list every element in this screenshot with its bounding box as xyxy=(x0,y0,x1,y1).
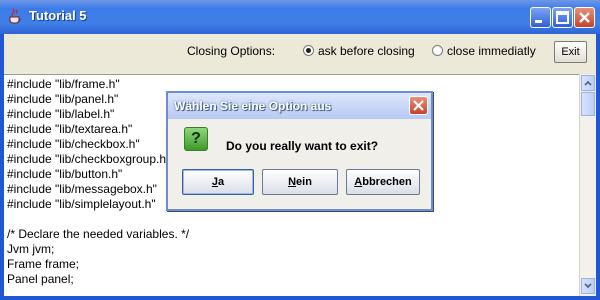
minimize-button[interactable] xyxy=(530,7,551,28)
dialog-title: Wählen Sie eine Option aus xyxy=(174,99,332,113)
yes-button[interactable]: Ja xyxy=(182,169,254,195)
close-icon xyxy=(579,12,590,23)
confirm-exit-dialog[interactable]: Wählen Sie eine Option aus ? Do you real… xyxy=(166,91,433,211)
radio-selected-dot xyxy=(306,48,311,53)
dialog-close-button[interactable] xyxy=(409,96,428,115)
question-icon: ? xyxy=(184,127,208,151)
code-line: Jvm jvm; xyxy=(7,242,55,256)
code-line: #include "lib/checkboxgroup.h" xyxy=(7,152,171,166)
window-border-bottom xyxy=(0,296,600,300)
scroll-up-button[interactable] xyxy=(581,75,595,91)
code-line: #include "lib/button.h" xyxy=(7,167,123,181)
minimize-icon xyxy=(535,20,542,23)
exit-button[interactable]: Exit xyxy=(554,41,587,63)
scroll-down-button[interactable] xyxy=(581,278,595,294)
dialog-message: Do you really want to exit? xyxy=(226,139,379,153)
code-line: #include "lib/frame.h" xyxy=(7,77,120,91)
code-line: Panel panel; xyxy=(7,272,74,286)
close-button[interactable] xyxy=(574,7,595,28)
maximize-button[interactable] xyxy=(552,7,573,28)
maximize-icon xyxy=(556,11,569,24)
scroll-thumb[interactable] xyxy=(581,92,595,116)
radio-ask-before-closing[interactable] xyxy=(303,45,314,56)
chevron-up-icon xyxy=(584,80,592,86)
title-bar[interactable]: Tutorial 5 xyxy=(0,0,600,34)
code-line: #include "lib/simplelayout.h" xyxy=(7,197,156,211)
code-line: #include "lib/messagebox.h" xyxy=(7,182,157,196)
window-border-right xyxy=(596,34,600,300)
code-line: #include "lib/textarea.h" xyxy=(7,122,133,136)
close-icon xyxy=(413,100,424,111)
cancel-button[interactable]: Abbrechen xyxy=(346,169,420,195)
radio-label-close-immediatly[interactable]: close immediatly xyxy=(447,44,536,58)
radio-label-ask-before-closing[interactable]: ask before closing xyxy=(318,44,415,58)
radio-close-immediatly[interactable] xyxy=(432,45,443,56)
dialog-title-bar[interactable]: Wählen Sie eine Option aus xyxy=(168,93,431,119)
code-line: Frame frame; xyxy=(7,257,80,271)
no-button[interactable]: Nein xyxy=(262,169,338,195)
vertical-scrollbar[interactable] xyxy=(579,74,596,296)
code-line: #include "lib/panel.h" xyxy=(7,92,119,106)
closing-options-label: Closing Options: xyxy=(187,44,276,58)
code-line: #include "lib/checkbox.h" xyxy=(7,137,140,151)
chevron-down-icon xyxy=(584,283,592,289)
java-cup-icon xyxy=(9,8,21,24)
app-window: Tutorial 5 Closing Options: ask before c… xyxy=(0,0,600,300)
window-title: Tutorial 5 xyxy=(29,8,87,23)
code-line: /* Declare the needed variables. */ xyxy=(7,227,190,241)
code-line: #include "lib/label.h" xyxy=(7,107,115,121)
